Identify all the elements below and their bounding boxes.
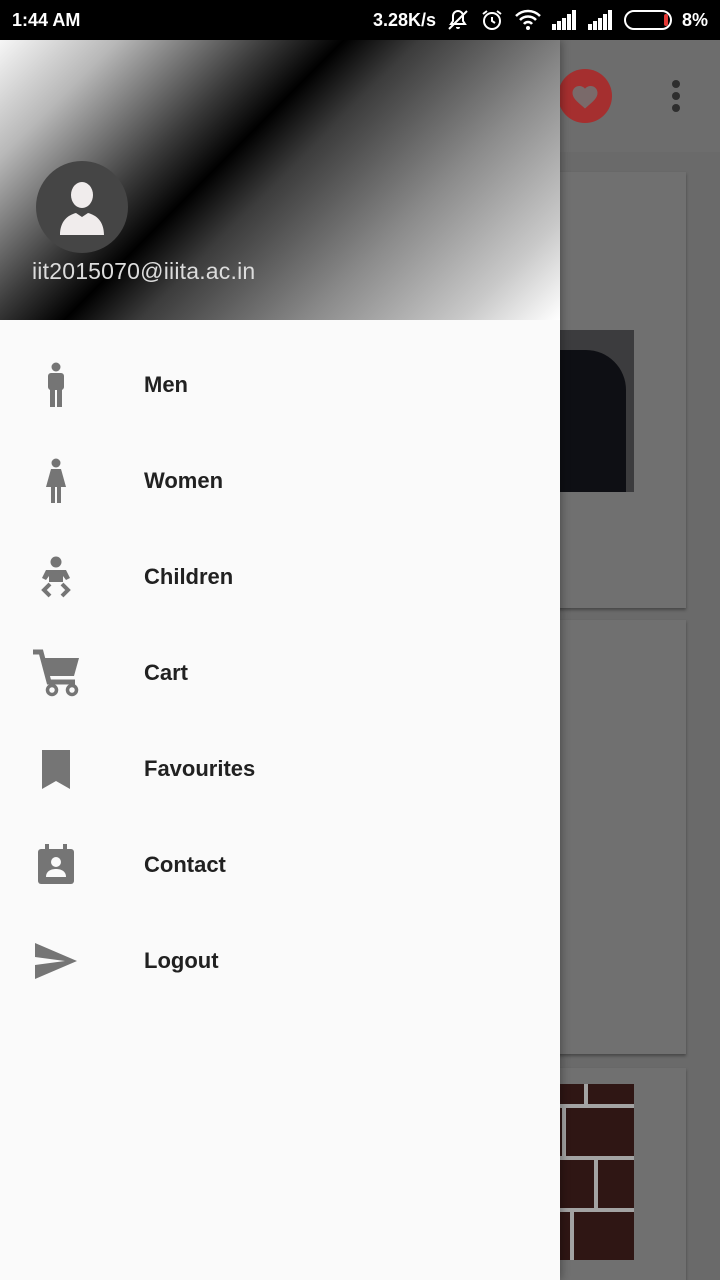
signal-icon	[551, 10, 578, 30]
child-icon	[28, 549, 84, 605]
menu-item-contact[interactable]: Contact	[0, 817, 560, 913]
menu-item-favourites[interactable]: Favourites	[0, 721, 560, 817]
menu-label: Children	[144, 564, 234, 589]
product-card[interactable]	[540, 620, 686, 1054]
contact-icon	[28, 837, 84, 893]
menu-item-children[interactable]: Children	[0, 529, 560, 625]
menu-item-logout[interactable]: Logout	[0, 913, 560, 1009]
person-icon	[60, 182, 104, 235]
more-vert-icon[interactable]	[666, 76, 686, 116]
status-bar: 1:44 AM 3.28K/s 8%	[0, 0, 720, 40]
menu-label: Contact	[144, 852, 226, 877]
menu-item-women[interactable]: Women	[0, 433, 560, 529]
bookmark-icon	[28, 741, 84, 797]
avatar[interactable]	[36, 161, 128, 253]
wifi-icon	[514, 9, 542, 31]
navigation-drawer: iit2015070@iiita.ac.in Men Women Childre…	[0, 40, 560, 1280]
woman-icon	[28, 453, 84, 509]
send-icon	[28, 933, 84, 989]
mute-icon	[446, 8, 470, 32]
menu-label: Cart	[144, 660, 189, 685]
heart-icon	[572, 86, 598, 109]
alarm-icon	[480, 8, 504, 32]
signal-icon	[587, 10, 614, 30]
favourite-button[interactable]	[558, 69, 612, 123]
menu-label: Favourites	[144, 756, 256, 781]
man-icon	[28, 357, 84, 413]
menu-label: Women	[144, 468, 224, 493]
status-time: 1:44 AM	[12, 9, 81, 30]
battery-icon	[623, 10, 672, 30]
menu-label: Logout	[144, 948, 219, 973]
status-icons: 3.28K/s 8%	[373, 8, 708, 32]
battery-percent: 8%	[681, 9, 708, 30]
cart-icon	[28, 645, 84, 701]
net-speed: 3.28K/s	[372, 9, 436, 30]
menu-label: Men	[144, 372, 188, 397]
menu-item-cart[interactable]: Cart	[0, 625, 560, 721]
drawer-header: iit2015070@iiita.ac.in	[0, 40, 560, 320]
drawer-menu: Men Women Children Cart Favourites Conta…	[0, 337, 560, 1009]
user-email: iit2015070@iiita.ac.in	[32, 258, 256, 284]
menu-item-men[interactable]: Men	[0, 337, 560, 433]
